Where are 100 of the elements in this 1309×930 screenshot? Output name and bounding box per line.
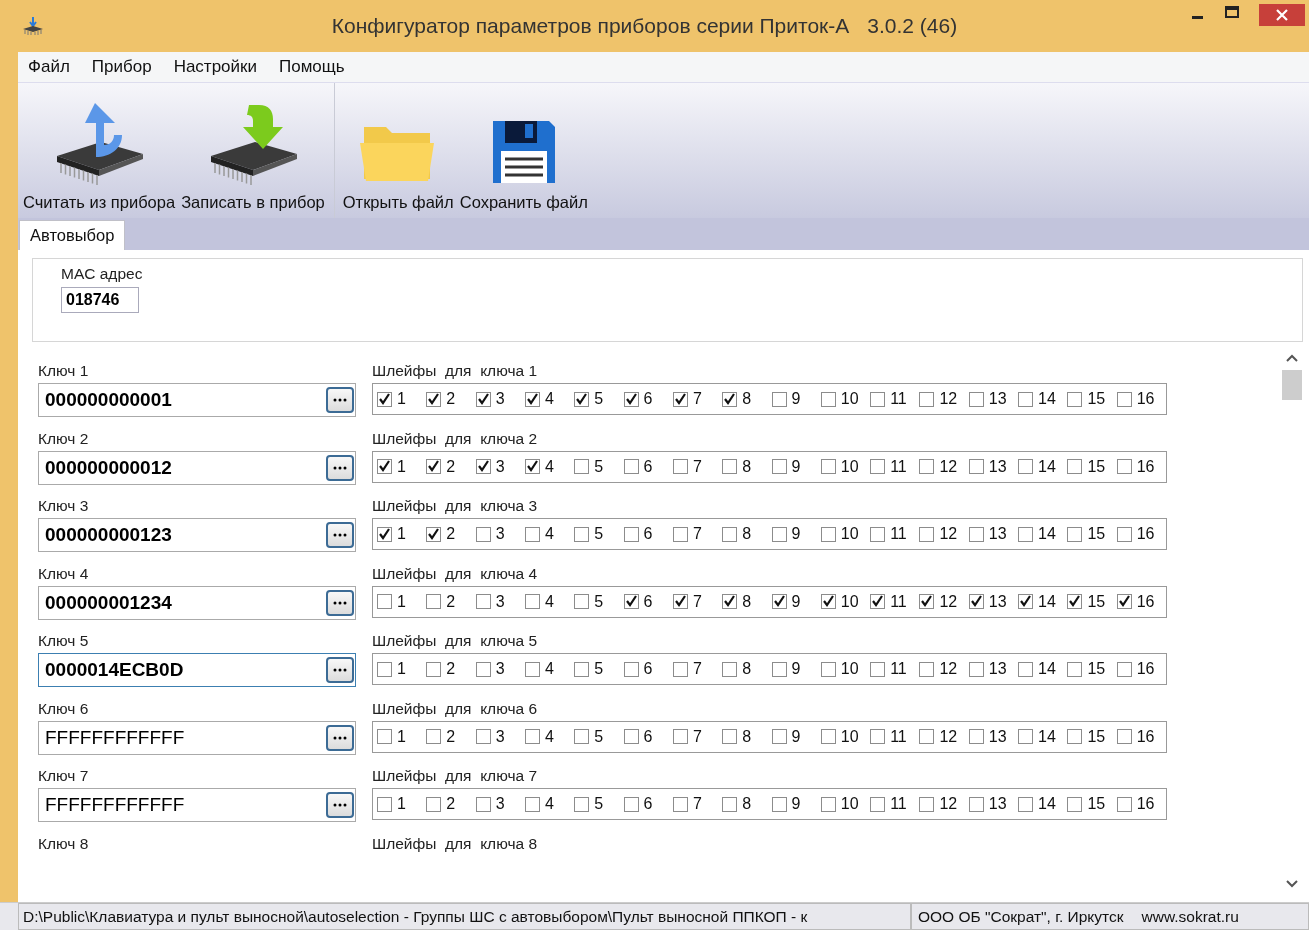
checkbox[interactable]: [870, 391, 886, 407]
checkbox[interactable]: [475, 796, 491, 812]
checkbox[interactable]: [820, 796, 836, 812]
checkbox[interactable]: [1067, 459, 1083, 474]
checkbox[interactable]: [722, 729, 738, 744]
checkbox[interactable]: [722, 459, 738, 474]
checkbox[interactable]: [623, 526, 639, 542]
checkbox[interactable]: [426, 526, 442, 542]
checkbox[interactable]: [919, 526, 935, 542]
checkbox[interactable]: [426, 796, 442, 812]
checkbox[interactable]: [820, 729, 836, 744]
checkbox[interactable]: [1067, 526, 1083, 542]
scroll-up-icon[interactable]: [1286, 354, 1298, 362]
checkbox[interactable]: [1116, 796, 1132, 812]
close-icon[interactable]: [1259, 4, 1305, 26]
checkbox[interactable]: [524, 526, 540, 542]
browse-button[interactable]: [326, 657, 354, 683]
checkbox[interactable]: [870, 729, 886, 744]
browse-button[interactable]: [326, 792, 354, 818]
checkbox[interactable]: [968, 526, 984, 542]
checkbox[interactable]: [574, 594, 590, 609]
checkbox[interactable]: [722, 594, 738, 609]
checkbox[interactable]: [968, 391, 984, 407]
checkbox[interactable]: [968, 459, 984, 474]
checkbox[interactable]: [870, 796, 886, 812]
browse-button[interactable]: [326, 387, 354, 413]
checkbox[interactable]: [1116, 459, 1132, 474]
checkbox[interactable]: [475, 729, 491, 744]
checkbox[interactable]: [377, 459, 392, 474]
checkbox[interactable]: [870, 459, 886, 474]
checkbox[interactable]: [524, 594, 540, 609]
checkbox[interactable]: [1067, 729, 1083, 744]
checkbox[interactable]: [919, 796, 935, 812]
checkbox[interactable]: [820, 391, 836, 407]
checkbox[interactable]: [820, 459, 836, 474]
checkbox[interactable]: [1116, 661, 1132, 677]
checkbox[interactable]: [771, 459, 787, 474]
checkbox[interactable]: [820, 594, 836, 609]
checkbox[interactable]: [377, 594, 392, 609]
tab[interactable]: Автовыбор: [19, 220, 126, 250]
checkbox[interactable]: [1067, 796, 1083, 812]
checkbox[interactable]: [672, 459, 688, 474]
checkbox[interactable]: [820, 661, 836, 677]
menu-item[interactable]: Помощь: [279, 57, 345, 77]
checkbox[interactable]: [574, 459, 590, 474]
checkbox[interactable]: [672, 526, 688, 542]
toolbar-button[interactable]: Считать из прибора: [20, 83, 179, 218]
checkbox[interactable]: [475, 459, 491, 474]
key-entry-field[interactable]: 000000000001: [38, 383, 356, 417]
checkbox[interactable]: [1018, 391, 1034, 407]
checkbox[interactable]: [919, 459, 935, 474]
toolbar-button[interactable]: Сохранить файл: [456, 83, 591, 218]
mac-field[interactable]: 018746: [61, 287, 139, 313]
checkbox[interactable]: [574, 796, 590, 812]
checkbox[interactable]: [968, 594, 984, 609]
key-entry-field[interactable]: 000000001234: [38, 585, 356, 620]
key-entry-field[interactable]: FFFFFFFFFFFF: [38, 720, 356, 755]
checkbox[interactable]: [524, 796, 540, 812]
checkbox[interactable]: [968, 796, 984, 812]
checkbox[interactable]: [574, 391, 590, 407]
checkbox[interactable]: [426, 661, 442, 677]
menu-item[interactable]: Прибор: [91, 57, 152, 77]
key-entry-field[interactable]: FFFFFFFFFFFF: [38, 788, 356, 822]
checkbox[interactable]: [820, 526, 836, 542]
checkbox[interactable]: [1116, 594, 1132, 609]
checkbox[interactable]: [722, 391, 738, 407]
checkbox[interactable]: [1018, 796, 1034, 812]
checkbox[interactable]: [919, 391, 935, 407]
checkbox[interactable]: [968, 661, 984, 677]
browse-button[interactable]: [326, 724, 354, 751]
checkbox[interactable]: [672, 594, 688, 609]
scroll-thumb[interactable]: [1282, 370, 1302, 400]
checkbox[interactable]: [771, 391, 787, 407]
checkbox[interactable]: [919, 661, 935, 677]
key-entry-field[interactable]: 000000000123: [38, 518, 356, 552]
checkbox[interactable]: [870, 594, 886, 609]
checkbox[interactable]: [1018, 729, 1034, 744]
checkbox[interactable]: [1116, 391, 1132, 407]
checkbox[interactable]: [672, 391, 688, 407]
checkbox[interactable]: [1067, 594, 1083, 609]
toolbar-button[interactable]: Записать в прибор: [178, 83, 328, 218]
checkbox[interactable]: [524, 661, 540, 677]
checkbox[interactable]: [672, 661, 688, 677]
checkbox[interactable]: [1018, 459, 1034, 474]
checkbox[interactable]: [524, 391, 540, 407]
checkbox[interactable]: [870, 526, 886, 542]
checkbox[interactable]: [623, 391, 639, 407]
checkbox[interactable]: [771, 729, 787, 744]
toolbar-button[interactable]: Открыть файл: [333, 83, 457, 218]
checkbox[interactable]: [722, 796, 738, 812]
checkbox[interactable]: [574, 729, 590, 744]
checkbox[interactable]: [426, 391, 442, 407]
checkbox[interactable]: [771, 796, 787, 812]
checkbox[interactable]: [377, 661, 392, 677]
checkbox[interactable]: [475, 661, 491, 677]
checkbox[interactable]: [919, 594, 935, 609]
checkbox[interactable]: [524, 729, 540, 744]
checkbox[interactable]: [623, 729, 639, 744]
checkbox[interactable]: [1018, 526, 1034, 542]
checkbox[interactable]: [1116, 729, 1132, 744]
